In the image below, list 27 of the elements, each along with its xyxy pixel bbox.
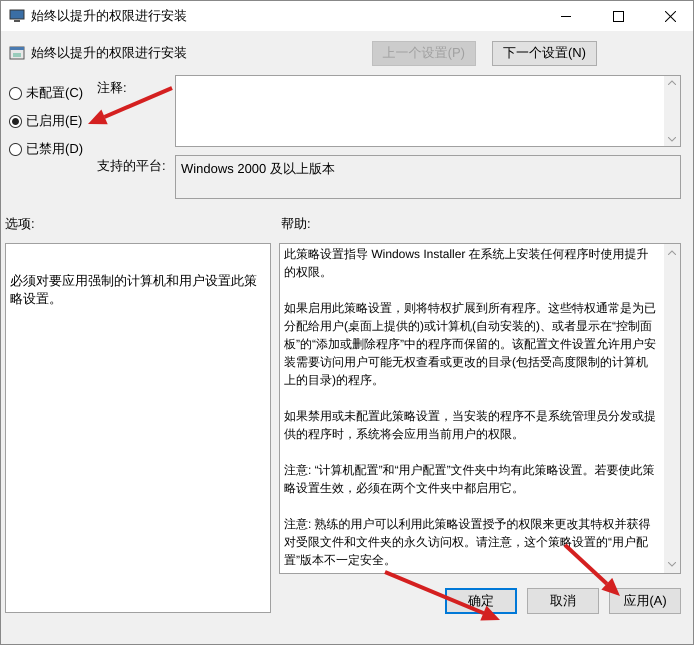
next-setting-button[interactable]: 下一个设置(N) (492, 40, 597, 66)
help-paragraph: 如果禁用或未配置此策略设置，当安装的程序不是系统管理员分发或提供的程序时，系统将会应用当前用户的权限。 (284, 408, 657, 443)
cancel-button[interactable]: 取消 (527, 588, 599, 614)
radio-circle[interactable] (9, 86, 22, 100)
help-label: 帮助: (281, 215, 311, 233)
maximize-icon[interactable] (612, 10, 624, 22)
window-title: 始终以提升的权限进行安装 (31, 7, 188, 25)
options-text: 必须对要应用强制的计算机和用户设置此策略设置。 (10, 273, 257, 306)
computer-icon (9, 9, 25, 23)
platform-field: Windows 2000 及以上版本 (175, 155, 681, 199)
radio-option[interactable]: 未配置(C) (9, 83, 97, 103)
radio-label: 已启用(E) (26, 112, 82, 130)
radio-circle[interactable] (9, 142, 22, 156)
platform-label: 支持的平台: (97, 157, 167, 175)
help-paragraph: 此策略设置指导 Windows Installer 在系统上安装任何程序时使用提升的权限。 (284, 246, 650, 281)
radio-label: 已禁用(D) (26, 140, 84, 158)
policy-title: 始终以提升的权限进行安装 (31, 44, 188, 62)
radio-label: 未配置(C) (26, 84, 84, 102)
close-icon[interactable] (664, 10, 676, 22)
radio-option[interactable]: 已禁用(D) (9, 139, 97, 159)
options-label: 选项: (5, 215, 36, 233)
policy-icon (9, 45, 25, 61)
help-paragraph: 注意: “计算机配置”和“用户配置”文件夹中均有此策略设置。若要使此策略设置生效，必须在两个文件夹中都启用它。 (284, 462, 656, 497)
help-paragraph: 如果启用此策略设置，则将特权扩展到所有程序。这些特权通常是为已分配给用户(桌面上提供的)或计算机(自动安装的)、或者显示在“控制面板”的“添加或删除程序”中的程序而保留的。该配置文件设置允许用户安装需要访问用户可能无权查看或更改的目录(包括受高度限制的计算机上的目录)的程序。 (284, 300, 657, 389)
radio-circle[interactable] (9, 114, 22, 128)
apply-button[interactable]: 应用(A) (609, 588, 681, 614)
comment-label: 注释: (97, 80, 127, 95)
